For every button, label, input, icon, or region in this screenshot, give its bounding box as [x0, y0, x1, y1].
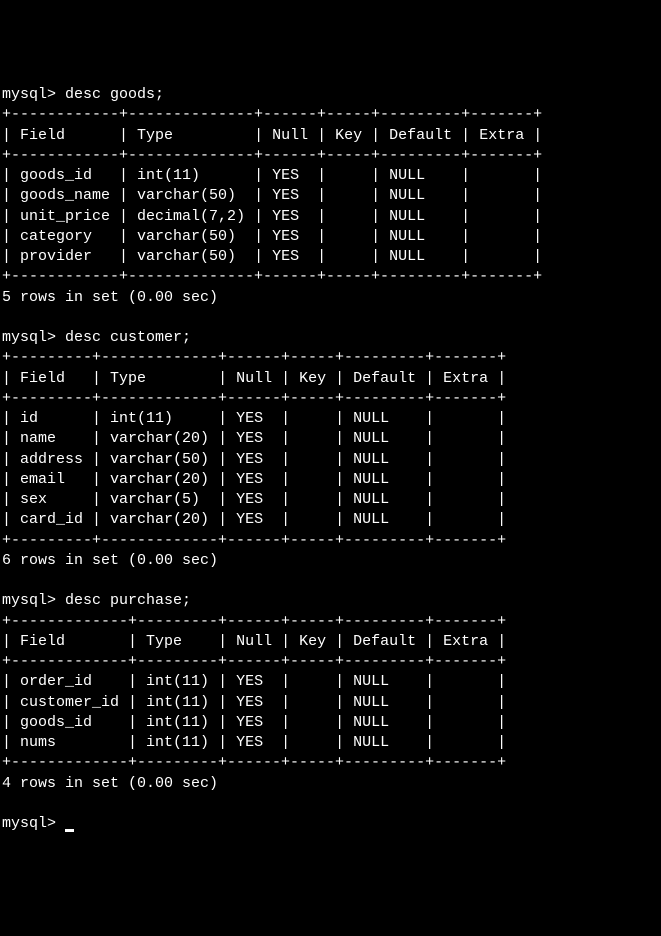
table-border: +---------+-------------+------+-----+--… — [2, 390, 506, 407]
prompt: mysql> — [2, 815, 56, 832]
table-row: | order_id | int(11) | YES | | NULL | | — [2, 673, 506, 690]
col-extra: Extra — [443, 370, 488, 387]
prompt: mysql> — [2, 329, 56, 346]
table-row: | email | varchar(20) | YES | | NULL | | — [2, 471, 506, 488]
col-null: Null — [236, 633, 272, 650]
prompt: mysql> — [2, 86, 56, 103]
table-border: +------------+--------------+------+----… — [2, 106, 542, 123]
table-border: +------------+--------------+------+----… — [2, 147, 542, 164]
table-header-row: | Field | Type | Null | Key | Default | … — [2, 370, 506, 387]
command-text: desc goods; — [65, 86, 164, 103]
col-key: Key — [299, 370, 326, 387]
table-border: +-------------+---------+------+-----+--… — [2, 613, 506, 630]
table-header-row: | Field | Type | Null | Key | Default | … — [2, 127, 542, 144]
result-summary: 5 rows in set (0.00 sec) — [2, 289, 218, 306]
table-row: | goods_name | varchar(50) | YES | | NUL… — [2, 187, 542, 204]
table-row: | id | int(11) | YES | | NULL | | — [2, 410, 506, 427]
table-border: +-------------+---------+------+-----+--… — [2, 754, 506, 771]
table-row: | name | varchar(20) | YES | | NULL | | — [2, 430, 506, 447]
table-border: +------------+--------------+------+----… — [2, 268, 542, 285]
table-border: +---------+-------------+------+-----+--… — [2, 349, 506, 366]
col-key: Key — [335, 127, 362, 144]
col-key: Key — [299, 633, 326, 650]
table-border: +---------+-------------+------+-----+--… — [2, 532, 506, 549]
table-row: | unit_price | decimal(7,2) | YES | | NU… — [2, 208, 542, 225]
col-field: Field — [20, 127, 65, 144]
table-row: | provider | varchar(50) | YES | | NULL … — [2, 248, 542, 265]
cursor-icon — [65, 829, 74, 832]
result-summary: 4 rows in set (0.00 sec) — [2, 775, 218, 792]
col-type: Type — [137, 127, 173, 144]
prompt: mysql> — [2, 592, 56, 609]
col-field: Field — [20, 370, 65, 387]
col-type: Type — [146, 633, 182, 650]
table-row: | sex | varchar(5) | YES | | NULL | | — [2, 491, 506, 508]
table-row: | card_id | varchar(20) | YES | | NULL |… — [2, 511, 506, 528]
terminal-output[interactable]: mysql> desc goods; +------------+-------… — [2, 85, 659, 834]
col-default: Default — [389, 127, 452, 144]
col-default: Default — [353, 633, 416, 650]
table-header-row: | Field | Type | Null | Key | Default | … — [2, 633, 506, 650]
table-row: | goods_id | int(11) | YES | | NULL | | — [2, 167, 542, 184]
col-null: Null — [272, 127, 308, 144]
col-extra: Extra — [443, 633, 488, 650]
table-row: | nums | int(11) | YES | | NULL | | — [2, 734, 506, 751]
table-row: | goods_id | int(11) | YES | | NULL | | — [2, 714, 506, 731]
col-extra: Extra — [479, 127, 524, 144]
command-text: desc customer; — [65, 329, 191, 346]
table-border: +-------------+---------+------+-----+--… — [2, 653, 506, 670]
table-row: | customer_id | int(11) | YES | | NULL |… — [2, 694, 506, 711]
col-null: Null — [236, 370, 272, 387]
command-text: desc purchase; — [65, 592, 191, 609]
col-type: Type — [110, 370, 146, 387]
table-row: | address | varchar(50) | YES | | NULL |… — [2, 451, 506, 468]
table-row: | category | varchar(50) | YES | | NULL … — [2, 228, 542, 245]
col-field: Field — [20, 633, 65, 650]
result-summary: 6 rows in set (0.00 sec) — [2, 552, 218, 569]
col-default: Default — [353, 370, 416, 387]
